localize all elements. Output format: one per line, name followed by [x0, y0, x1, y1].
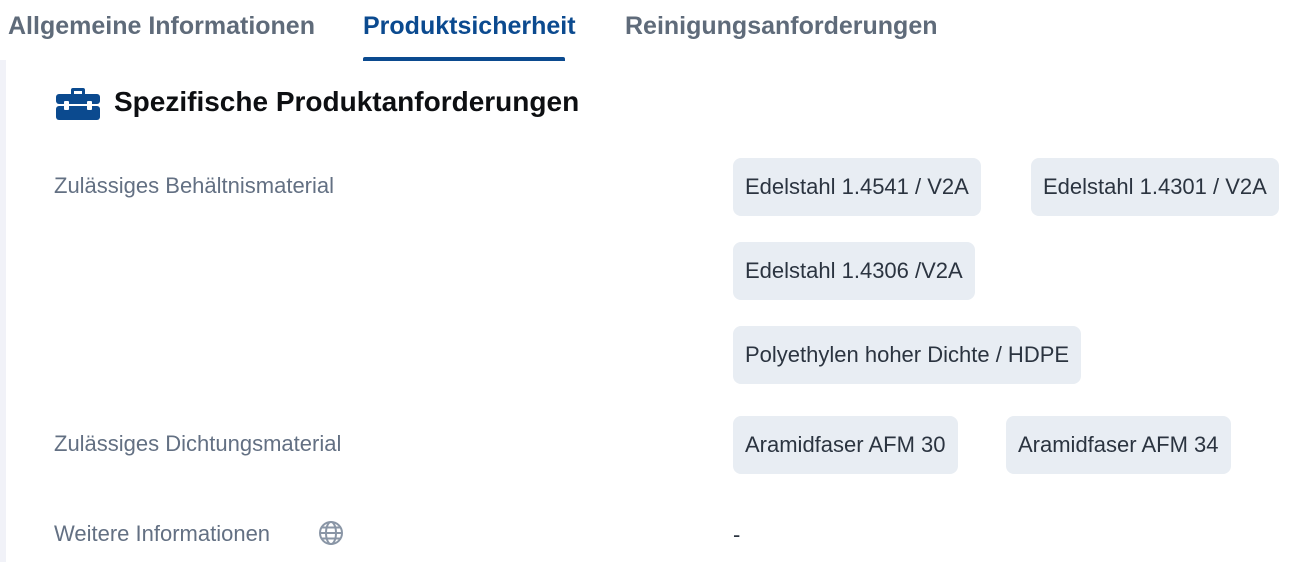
container-material-chip: Polyethylen hoher Dichte / HDPE	[733, 326, 1082, 384]
page: Allgemeine Informationen Produktsicherhe…	[0, 0, 1306, 562]
content-side-border	[0, 60, 6, 562]
seal-material-chip: Aramidfaser AFM 34	[1006, 416, 1231, 474]
section-title: Spezifische Produktanforderungen	[114, 86, 580, 117]
container-material-label: Zulässiges Behältnismaterial	[54, 173, 335, 198]
container-material-chip: Edelstahl 1.4306 /V2A	[733, 242, 975, 300]
further-info-value: -	[733, 522, 741, 547]
container-material-chip: Edelstahl 1.4541 / V2A	[733, 158, 981, 216]
active-tab-indicator	[363, 57, 565, 61]
further-info-label: Weitere Informationen	[54, 521, 271, 546]
seal-material-label: Zulässiges Dichtungsmaterial	[54, 431, 342, 456]
tab-bar: Allgemeine Informationen Produktsicherhe…	[0, 0, 1306, 61]
tab-produktsicherheit[interactable]: Produktsicherheit	[363, 12, 576, 41]
seal-material-chip: Aramidfaser AFM 30	[733, 416, 958, 474]
tab-reinigungsanforderungen[interactable]: Reinigungsanforderungen	[625, 12, 938, 41]
container-material-chip: Edelstahl 1.4301 / V2A	[1031, 158, 1279, 216]
globe-icon[interactable]	[318, 520, 344, 546]
toolbox-icon	[56, 88, 100, 120]
tab-allgemeine-informationen[interactable]: Allgemeine Informationen	[8, 12, 315, 41]
